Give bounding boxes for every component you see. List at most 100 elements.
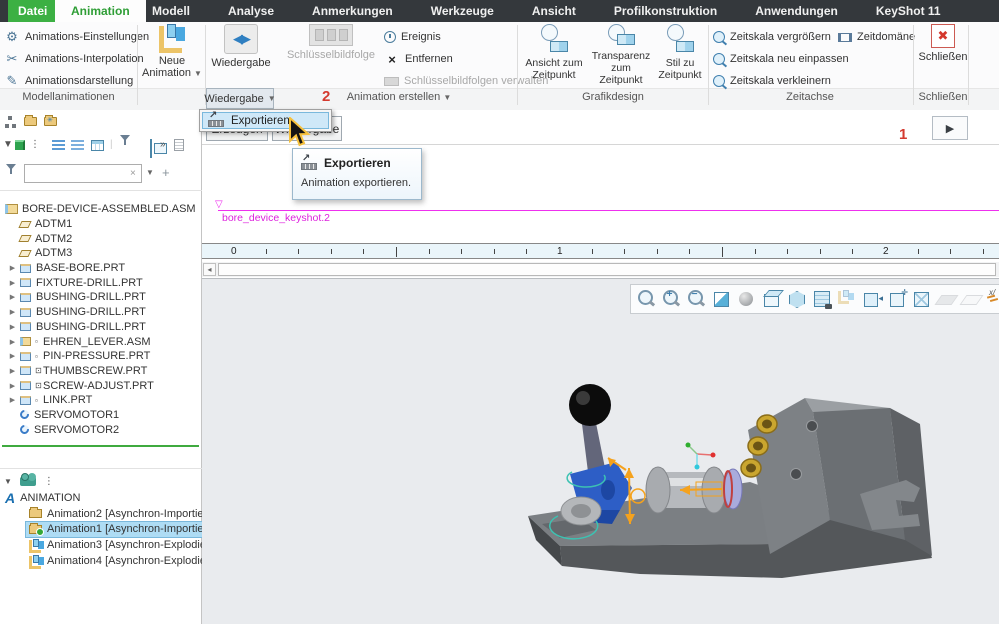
show-geometry-icon[interactable]: [15, 140, 25, 150]
expand-arrow-icon[interactable]: ▶: [6, 396, 19, 404]
add-filter-icon[interactable]: +: [162, 165, 170, 180]
appearance-gallery-icon[interactable]: [785, 287, 808, 311]
ribbon-tab[interactable]: Anwendungen: [743, 0, 850, 22]
style-at-time-button[interactable]: Stil zu Zeitpunkt: [655, 24, 705, 86]
render-style-icon[interactable]: [735, 287, 758, 311]
coordinate-axes-icon[interactable]: [985, 287, 999, 311]
expand-arrow-icon[interactable]: ▶: [6, 308, 19, 316]
tree-item[interactable]: ▶ ⊡ SCREW-ADJUST.PRT: [0, 378, 202, 393]
tab-animation-active[interactable]: Animation: [55, 0, 146, 22]
perspective-view-icon[interactable]: [910, 287, 933, 311]
scrollbar-thumb[interactable]: [218, 263, 996, 276]
ribbon-tab[interactable]: Werkzeuge: [419, 0, 506, 22]
zoom-in-icon[interactable]: +: [660, 287, 683, 311]
expand-arrow-icon[interactable]: ▶: [6, 367, 19, 375]
ribbon-tab[interactable]: Analyse: [216, 0, 286, 22]
tree-item[interactable]: ▶ BASE-BORE.PRT: [0, 261, 202, 276]
new-animation-button[interactable]: Neue Animation ▼: [140, 24, 204, 86]
tree-columns-icon[interactable]: [91, 140, 104, 151]
view-manager-icon[interactable]: [810, 287, 833, 311]
play-button[interactable]: ▶: [932, 116, 968, 140]
expand-arrow-icon[interactable]: ▶: [6, 264, 19, 272]
tree-search-input[interactable]: [24, 164, 142, 183]
animation-track-label[interactable]: bore_device_keyshot.2: [222, 212, 330, 224]
expand-arrow-icon[interactable]: ▶: [6, 323, 19, 331]
timescale-zoom-in-button[interactable]: Zeitskala vergrößern: [713, 27, 831, 47]
ribbon-tab[interactable]: Ansicht: [520, 0, 588, 22]
ribbon-tab[interactable]: KeyShot 11: [864, 0, 953, 22]
projector-icon[interactable]: [19, 472, 36, 486]
folder-browser-tab[interactable]: [22, 112, 39, 131]
overflow-dots-icon[interactable]: ⋮: [30, 139, 40, 150]
group-label-create-animation[interactable]: Animation erstellen ▼: [283, 91, 515, 103]
datum-display-icon[interactable]: [885, 287, 908, 311]
zoom-out-icon[interactable]: −: [685, 287, 708, 311]
tree-item[interactable]: ▶ BUSHING-DRILL.PRT: [0, 305, 202, 320]
ribbon-tab[interactable]: Anmerkungen: [300, 0, 405, 22]
expand-arrow-icon[interactable]: ▶: [6, 352, 19, 360]
saved-views-icon[interactable]: [760, 287, 783, 311]
tree-settings-doc-icon[interactable]: [174, 139, 184, 151]
scroll-left-button[interactable]: ◂: [203, 263, 216, 276]
time-domain-button[interactable]: Zeitdomäne: [838, 27, 915, 47]
animation-item[interactable]: Animation4 [Asynchron-Explodieren]: [0, 553, 225, 569]
tree-root-item[interactable]: BORE-DEVICE-ASSEMBLED.ASM: [0, 202, 202, 217]
refit-icon[interactable]: [635, 287, 658, 311]
view-at-time-button[interactable]: Ansicht zum Zeitpunkt: [521, 24, 587, 86]
animation-item[interactable]: Animation1 [Asynchron-Importiert]: [0, 520, 218, 538]
tree-item[interactable]: ▶ ▫ EHREN_LEVER.ASM: [0, 334, 202, 349]
timescale-zoom-out-button[interactable]: Zeitskala verkleinern: [713, 71, 831, 91]
repaint-icon[interactable]: [710, 287, 733, 311]
tree-item[interactable]: ▶ FIXTURE-DRILL.PRT: [0, 275, 202, 290]
collapse-arrow-icon[interactable]: ▼: [3, 139, 13, 150]
more-tools-icon[interactable]: »: [160, 139, 166, 150]
animation-list-header[interactable]: A ANIMATION: [0, 490, 202, 506]
timeline-marker-icon[interactable]: ▽: [215, 199, 223, 210]
expand-arrow-icon[interactable]: ▶: [6, 279, 19, 287]
timescale-refit-button[interactable]: Zeitskala neu einpassen: [713, 49, 849, 69]
ribbon-tab[interactable]: Profilkonstruktion: [602, 0, 729, 22]
divider: [0, 190, 202, 191]
tree-item[interactable]: ▶ ADTM3: [0, 246, 202, 261]
expand-arrow-icon[interactable]: ▶: [6, 382, 19, 390]
separator: [517, 25, 518, 105]
expand-arrow-icon[interactable]: ▶: [6, 293, 19, 301]
tree-item[interactable]: ▶ ADTM1: [0, 217, 202, 232]
animation-interpolation-button[interactable]: ✂ Animations-Interpolation: [4, 49, 144, 69]
favorites-tab[interactable]: [42, 112, 59, 131]
timeline-ruler[interactable]: 0 1 2: [202, 243, 999, 259]
playback-group-dropdown-open[interactable]: Wiedergabe ▼: [204, 88, 276, 109]
overflow-dots-icon[interactable]: ⋮: [44, 476, 54, 487]
tree-item[interactable]: ▶ ▫ LINK.PRT: [0, 393, 202, 408]
animation-display-button[interactable]: ✎ Animationsdarstellung: [4, 71, 134, 91]
close-button[interactable]: ✖ Schließen: [917, 24, 969, 86]
ribbon-tab[interactable]: Modell: [140, 0, 202, 22]
expand-all-icon[interactable]: [52, 140, 65, 151]
animation-item[interactable]: Animation3 [Asynchron-Explodieren]: [0, 537, 225, 553]
tree-item[interactable]: ▶ SERVOMOTOR2: [0, 422, 202, 437]
3d-model-viewport[interactable]: [500, 368, 960, 600]
tree-item[interactable]: ▶ ⊡ THUMBSCREW.PRT: [0, 364, 202, 379]
tree-item[interactable]: ▶ ADTM2: [0, 231, 202, 246]
expand-arrow-icon[interactable]: ▶: [6, 338, 19, 346]
tree-filter-icon[interactable]: [120, 135, 130, 158]
animation-item[interactable]: Animation2 [Asynchron-Importiert]: [0, 506, 213, 522]
tree-item[interactable]: ▶ BUSHING-DRILL.PRT: [0, 290, 202, 305]
tree-item[interactable]: ▶ BUSHING-DRILL.PRT: [0, 320, 202, 335]
section-view-icon[interactable]: [860, 287, 883, 311]
search-options-icon[interactable]: ▼: [146, 168, 154, 177]
tree-item[interactable]: ▶ SERVOMOTOR1: [0, 408, 202, 423]
tab-datei[interactable]: Datei: [8, 0, 58, 22]
collapse-all-icon[interactable]: [71, 140, 84, 151]
clear-search-icon[interactable]: ×: [130, 168, 136, 179]
collapse-arrow-icon[interactable]: ▼: [4, 477, 12, 486]
transparency-at-time-button[interactable]: Transparenz zum Zeitpunkt: [589, 24, 653, 86]
animation-settings-button[interactable]: ⚙ Animations-Einstellungen: [4, 27, 149, 47]
remove-button[interactable]: × Entfernen: [384, 49, 453, 69]
playback-button[interactable]: ◀▶ Wiedergabe: [208, 24, 274, 86]
model-tree-tab[interactable]: [2, 112, 19, 131]
event-button[interactable]: Ereignis: [384, 27, 441, 47]
tree-item[interactable]: ▶ ▫ PIN-PRESSURE.PRT: [0, 349, 202, 364]
tree-copy-icon[interactable]: [150, 139, 152, 158]
graphics-area[interactable]: + −: [202, 279, 999, 624]
